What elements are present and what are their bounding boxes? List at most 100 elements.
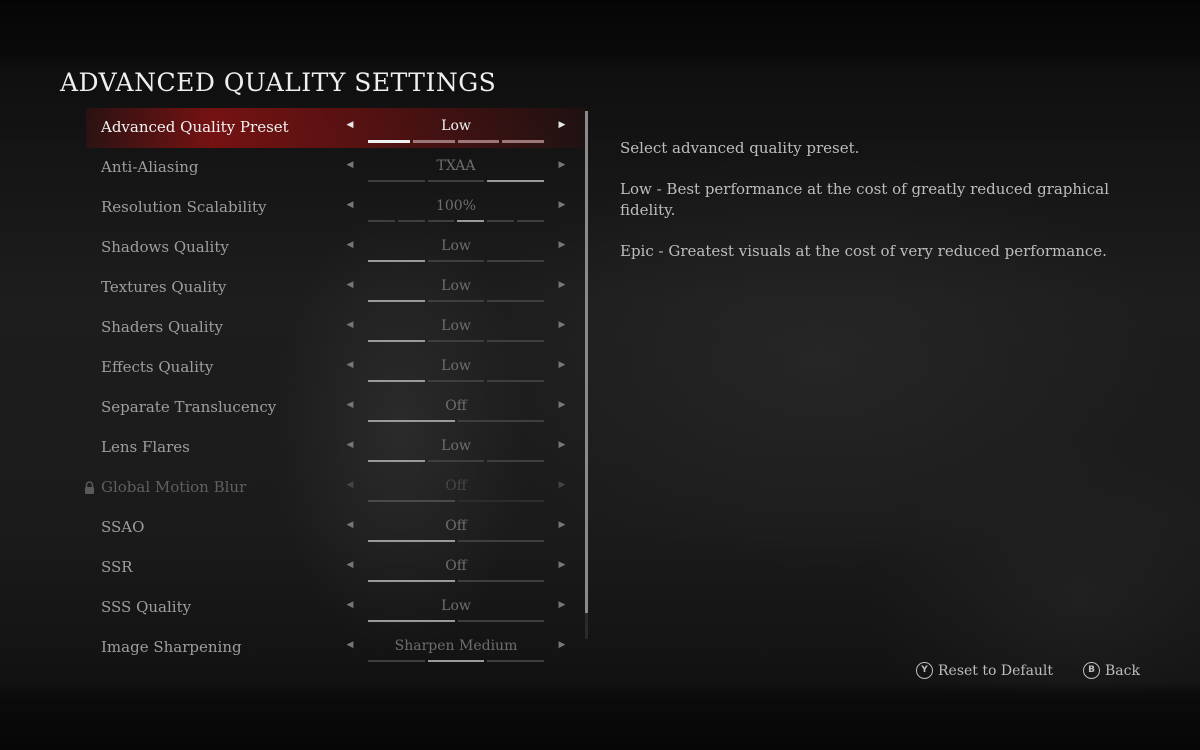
reset-label: Reset to Default	[938, 662, 1054, 679]
setting-label: Separate Translucency	[101, 398, 277, 416]
setting-row: Global Motion Blur ◀ Off ▶	[85, 468, 586, 508]
option-indicator	[368, 180, 545, 183]
lock-icon	[85, 481, 94, 494]
option-segment	[412, 140, 455, 143]
setting-label: Image Sharpening	[101, 638, 242, 656]
option-segment	[427, 660, 485, 662]
setting-row[interactable]: Image Sharpening ◀ Sharpen Medium ▶	[86, 628, 586, 668]
option-segment	[487, 180, 545, 182]
setting-value: Off	[445, 518, 467, 534]
setting-value: 100%	[435, 198, 477, 214]
right-arrow-icon[interactable]: ▶	[555, 400, 569, 410]
setting-value: TXAA	[436, 158, 476, 174]
back-label: Back	[1105, 662, 1140, 679]
setting-label: Advanced Quality Preset	[101, 118, 289, 136]
left-arrow-icon[interactable]: ◀	[343, 320, 357, 330]
right-arrow-icon[interactable]: ▶	[555, 360, 569, 370]
option-segment	[368, 340, 425, 342]
right-arrow-icon[interactable]: ▶	[555, 240, 569, 250]
setting-value: Low	[441, 438, 471, 454]
right-arrow-icon[interactable]: ▶	[555, 600, 569, 610]
setting-value: Low	[441, 118, 471, 134]
setting-value: Low	[441, 598, 471, 614]
option-segment	[457, 500, 544, 502]
description-line: Low - Best performance at the cost of gr…	[620, 180, 1109, 219]
option-segment	[487, 220, 515, 222]
left-arrow-icon[interactable]: ◀	[343, 560, 357, 570]
right-arrow-icon[interactable]: ▶	[555, 280, 569, 290]
setting-label: Shaders Quality	[101, 318, 223, 336]
option-segment	[427, 300, 485, 302]
bottom-letterbox	[0, 682, 1200, 750]
setting-value: Off	[445, 398, 467, 414]
option-segment	[368, 220, 395, 222]
option-indicator	[368, 260, 545, 263]
setting-row[interactable]: Lens Flares ◀ Low ▶	[86, 428, 586, 468]
left-arrow-icon[interactable]: ◀	[343, 280, 357, 290]
setting-row[interactable]: SSR ◀ Off ▶	[86, 548, 586, 588]
scrollbar[interactable]	[585, 111, 588, 639]
setting-label: SSR	[101, 558, 133, 576]
option-segment	[427, 460, 485, 462]
setting-label: Effects Quality	[101, 358, 214, 376]
option-segment	[487, 380, 545, 382]
left-arrow-icon[interactable]: ◀	[343, 520, 357, 530]
scrollbar-thumb[interactable]	[585, 111, 588, 613]
setting-value: Low	[441, 238, 471, 254]
setting-row[interactable]: Advanced Quality Preset ◀ Low ▶	[86, 108, 586, 148]
right-arrow-icon[interactable]: ▶	[555, 200, 569, 210]
option-segment	[502, 140, 544, 143]
option-segment	[368, 180, 425, 182]
left-arrow-icon[interactable]: ◀	[343, 200, 357, 210]
setting-label: Shadows Quality	[101, 238, 229, 256]
option-indicator	[368, 340, 545, 343]
option-segment	[457, 580, 544, 582]
setting-row[interactable]: Textures Quality ◀ Low ▶	[86, 268, 586, 308]
settings-list: Advanced Quality Preset ◀ Low ▶ Anti-Aliasin…	[85, 108, 586, 668]
left-arrow-icon[interactable]: ◀	[343, 360, 357, 370]
right-arrow-icon[interactable]: ▶	[555, 640, 569, 650]
left-arrow-icon[interactable]: ◀	[343, 440, 357, 450]
setting-value: Sharpen Medium	[394, 638, 518, 654]
option-segment	[397, 220, 425, 222]
right-arrow-icon[interactable]: ▶	[555, 120, 569, 130]
left-arrow-icon[interactable]: ◀	[343, 640, 357, 650]
right-arrow-icon[interactable]: ▶	[555, 320, 569, 330]
option-segment	[487, 460, 545, 462]
option-segment	[457, 220, 485, 222]
option-segment	[368, 420, 455, 422]
description-panel: Select advanced quality preset. Low - Be…	[620, 138, 1120, 282]
right-arrow-icon[interactable]: ▶	[555, 160, 569, 170]
setting-value: Low	[441, 358, 471, 374]
setting-label: Global Motion Blur	[101, 478, 247, 496]
setting-value: Low	[441, 278, 471, 294]
option-segment	[427, 260, 485, 262]
option-segment	[517, 220, 544, 222]
page-title: ADVANCED QUALITY SETTINGS	[60, 68, 497, 97]
right-arrow-icon[interactable]: ▶	[555, 520, 569, 530]
setting-row[interactable]: Anti-Aliasing ◀ TXAA ▶	[86, 148, 586, 188]
left-arrow-icon[interactable]: ◀	[343, 120, 357, 130]
setting-row[interactable]: SSAO ◀ Off ▶	[86, 508, 586, 548]
option-segment	[368, 580, 455, 582]
option-indicator	[368, 580, 544, 583]
setting-row[interactable]: Effects Quality ◀ Low ▶	[86, 348, 586, 388]
left-arrow-icon[interactable]: ◀	[343, 160, 357, 170]
setting-row[interactable]: Separate Translucency ◀ Off ▶	[86, 388, 586, 428]
left-arrow-icon[interactable]: ◀	[343, 240, 357, 250]
option-segment	[368, 460, 425, 462]
option-segment	[368, 260, 425, 262]
y-button-icon: Y	[916, 662, 933, 679]
left-arrow-icon[interactable]: ◀	[343, 600, 357, 610]
setting-row[interactable]: Shaders Quality ◀ Low ▶	[86, 308, 586, 348]
setting-value: Off	[445, 558, 467, 574]
setting-label: SSAO	[101, 518, 145, 536]
right-arrow-icon[interactable]: ▶	[555, 440, 569, 450]
reset-to-default-button[interactable]: Y Reset to Default	[916, 662, 1053, 679]
setting-row[interactable]: SSS Quality ◀ Low ▶	[86, 588, 586, 628]
setting-row[interactable]: Shadows Quality ◀ Low ▶	[86, 228, 586, 268]
left-arrow-icon[interactable]: ◀	[343, 400, 357, 410]
back-button[interactable]: B Back	[1083, 662, 1140, 679]
setting-row[interactable]: Resolution Scalability ◀ 100% ▶	[86, 188, 586, 228]
right-arrow-icon[interactable]: ▶	[555, 560, 569, 570]
